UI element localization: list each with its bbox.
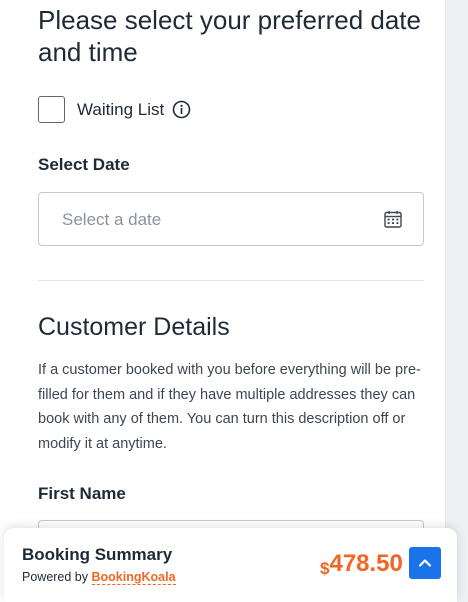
waiting-list-label[interactable]: Waiting List (77, 100, 164, 120)
waiting-list-row[interactable]: Waiting List (38, 96, 191, 123)
total-price: $478.50 (320, 550, 403, 578)
date-picker-input[interactable]: Select a date (38, 192, 424, 246)
customer-details-heading: Customer Details (38, 313, 230, 341)
price-currency: $ (320, 559, 330, 578)
booking-summary-title[interactable]: Booking Summary (22, 545, 172, 565)
powered-by-text: Powered by BookingKoala (22, 570, 176, 585)
first-name-label: First Name (38, 484, 126, 503)
price-amount: 478.50 (329, 550, 403, 577)
date-placeholder: Select a date (62, 210, 162, 229)
calendar-icon[interactable] (384, 210, 402, 228)
customer-details-description: If a customer booked with you before eve… (38, 362, 421, 452)
select-date-label: Select Date (38, 155, 130, 174)
booking-form-card: Please select your preferred date and ti… (0, 0, 446, 602)
scroll-to-top-button[interactable] (409, 547, 441, 579)
section-divider (38, 280, 424, 281)
powered-by-label: Powered by (22, 570, 89, 584)
page-title: Please select your preferred date and ti… (38, 5, 421, 67)
waiting-list-checkbox[interactable] (38, 96, 65, 123)
info-icon[interactable] (172, 100, 191, 119)
chevron-up-icon (418, 559, 432, 567)
bookingkoala-link[interactable]: BookingKoala (91, 570, 176, 585)
booking-summary-bar[interactable]: Booking Summary Powered by BookingKoala … (4, 528, 457, 602)
